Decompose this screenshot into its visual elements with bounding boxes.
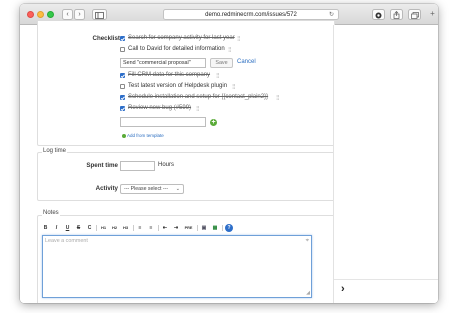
minimize-window-button[interactable] — [37, 11, 44, 18]
close-window-button[interactable] — [27, 11, 34, 18]
checklist-item-checkbox[interactable] — [120, 95, 125, 100]
extension-button[interactable] — [372, 9, 385, 20]
drag-handle-icon[interactable]: ⣿ — [237, 36, 241, 42]
checklist-item-checkbox[interactable] — [120, 47, 125, 52]
add-template-icon — [122, 133, 126, 138]
sidebar-toggle-button[interactable] — [92, 9, 107, 20]
back-button[interactable]: ‹ — [62, 9, 73, 20]
chevron-left-icon: ‹ — [66, 11, 69, 18]
toolbar-separator — [158, 225, 159, 231]
strikethrough-button[interactable]: S — [75, 224, 82, 232]
sidebar-divider — [334, 279, 438, 280]
italic-button[interactable]: I — [53, 224, 60, 232]
help-icon[interactable]: ? — [225, 224, 233, 232]
checklist-item-text: Test latest version of Helpdesk plugin — [128, 83, 228, 89]
sidebar-icon — [95, 12, 104, 19]
tabs-icon — [410, 12, 419, 19]
activity-selected-value: --- Please select --- — [124, 186, 169, 192]
heading3-button[interactable]: H3 — [121, 224, 130, 232]
add-from-template-link[interactable]: Add from template — [127, 133, 164, 138]
notes-placeholder: Leave a comment — [45, 238, 88, 244]
toolbar-separator — [96, 225, 97, 231]
checklist-label: Checklist — [92, 35, 120, 42]
toolbar-separator — [133, 225, 134, 231]
heading1-button[interactable]: H1 — [99, 224, 108, 232]
unquote-button[interactable]: ⇥ — [172, 224, 180, 232]
zoom-window-button[interactable] — [47, 11, 54, 18]
checklist-edit-input[interactable]: Send "commercial proposal" — [120, 58, 206, 68]
checklist-item-text: Schedule installation and setup for {{co… — [128, 94, 269, 100]
tabs-overview-button[interactable] — [408, 9, 421, 20]
checklist-item-text: Call to David for detailed information — [128, 46, 225, 52]
extension-icon — [375, 12, 382, 18]
hours-unit: Hours — [158, 162, 175, 168]
right-sidebar: › — [333, 25, 438, 303]
chevron-right-icon: › — [78, 11, 81, 18]
drag-handle-icon[interactable]: ⣿ — [196, 106, 200, 112]
chevron-right-icon[interactable]: › — [341, 283, 345, 295]
resize-grip-icon[interactable]: ◢ — [306, 290, 310, 296]
log-time-fieldset — [37, 152, 335, 201]
new-tab-button[interactable]: + — [428, 10, 437, 19]
spent-time-input[interactable] — [120, 161, 155, 171]
toolbar-separator — [222, 225, 223, 231]
expand-icon[interactable]: ⌖ — [306, 238, 309, 245]
save-button[interactable]: Save — [210, 58, 233, 68]
browser-window: ‹ › demo.redminecrm.com/issues/572 ↻ + C… — [20, 4, 438, 303]
log-time-legend: Log time — [42, 148, 68, 154]
share-button[interactable] — [390, 9, 403, 20]
reload-icon[interactable]: ↻ — [329, 10, 334, 20]
activity-select[interactable]: --- Please select --- ⌄ — [120, 184, 184, 194]
checklist-item-checkbox[interactable] — [120, 36, 125, 41]
url-text: demo.redminecrm.com/issues/572 — [205, 12, 297, 18]
chevron-down-icon: ⌄ — [175, 186, 180, 192]
drag-handle-icon[interactable]: ⣿ — [228, 47, 232, 53]
ordered-list-button[interactable]: ≡ — [147, 224, 155, 232]
issue-edit-form: Checklist Search for company activity fo… — [20, 21, 353, 303]
page-content: Checklist Search for company activity fo… — [20, 21, 438, 303]
drag-handle-icon[interactable]: ⣿ — [216, 73, 220, 79]
code-button[interactable]: C — [86, 224, 93, 232]
spent-time-label: Spent time — [86, 162, 118, 169]
plus-icon: + — [430, 9, 435, 18]
share-icon — [393, 11, 400, 19]
notes-legend: Notes — [42, 210, 60, 216]
preformatted-button[interactable]: PRE — [183, 224, 194, 232]
checklist-item-checkbox[interactable] — [120, 84, 125, 89]
drag-handle-icon[interactable]: ⣿ — [276, 95, 280, 101]
cancel-link[interactable]: Cancel — [237, 59, 256, 65]
underline-button[interactable]: U — [64, 224, 71, 232]
image-button[interactable]: ▦ — [211, 224, 219, 232]
checklist-item-checkbox[interactable] — [120, 106, 125, 111]
toolbar-separator — [197, 225, 198, 231]
activity-label: Activity — [95, 185, 118, 192]
checklist-item-checkbox[interactable] — [120, 73, 125, 78]
unordered-list-button[interactable]: ≡ — [136, 224, 144, 232]
bold-button[interactable]: B — [42, 224, 49, 232]
checklist-item-text: Fill CRM data for this company — [128, 72, 211, 78]
quote-button[interactable]: ⇤ — [161, 224, 169, 232]
checklist-item-text: Review new bug (#599) — [128, 105, 192, 111]
address-bar[interactable]: demo.redminecrm.com/issues/572 ↻ — [163, 9, 339, 20]
new-checklist-item-input[interactable] — [120, 117, 206, 127]
heading2-button[interactable]: H2 — [110, 224, 119, 232]
link-button[interactable]: ▣ — [200, 224, 208, 232]
add-item-icon[interactable]: + — [210, 118, 217, 126]
notes-textarea[interactable]: Leave a comment ⌖ ◢ — [42, 235, 312, 298]
forward-button[interactable]: › — [74, 9, 85, 20]
checklist-item-text: Search for company activity for last yea… — [128, 35, 235, 41]
drag-handle-icon[interactable]: ⣿ — [232, 84, 236, 90]
